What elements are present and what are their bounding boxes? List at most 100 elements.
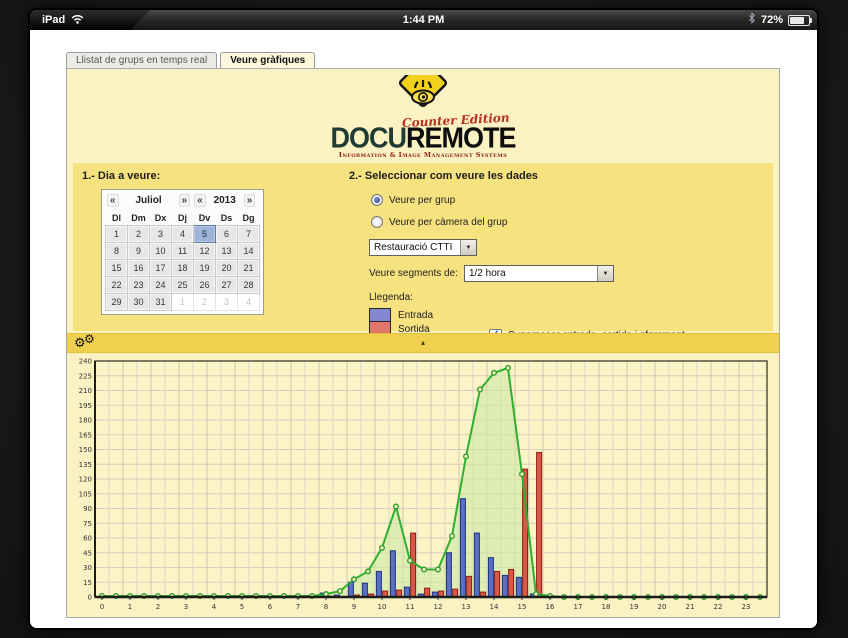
calendar-day[interactable]: 2 <box>194 294 216 311</box>
chart-panel: 0153045607590105120135150165180195210225… <box>67 355 779 617</box>
calendar-prev-year[interactable]: « <box>194 194 206 207</box>
weekday-header: Dj <box>172 210 194 226</box>
radio-button-checked-icon[interactable] <box>371 194 383 206</box>
radio-group-label: Veure per grup <box>389 195 455 206</box>
calendar-day[interactable]: 1 <box>172 294 194 311</box>
section-view: 2.- Seleccionar com veure les dades Veur… <box>349 170 779 350</box>
svg-text:150: 150 <box>79 446 92 454</box>
svg-text:195: 195 <box>79 402 92 410</box>
calendar-day[interactable]: 24 <box>150 277 172 294</box>
calendar-day[interactable]: 7 <box>238 226 260 243</box>
calendar-day[interactable]: 8 <box>106 243 128 260</box>
calendar-day[interactable]: 11 <box>172 243 194 260</box>
segments-select[interactable]: 1/2 hora ▼ <box>464 265 614 282</box>
calendar-day[interactable]: 13 <box>216 243 238 260</box>
tab-bar: Llistat de grups en temps real Veure grà… <box>66 51 315 69</box>
radio-camera-label: Veure per càmera del grup <box>389 217 507 228</box>
group-select[interactable]: Restauració CTTI ▼ <box>369 239 477 256</box>
svg-text:240: 240 <box>79 358 92 366</box>
logo-name: DOCUREMOTE <box>328 124 518 151</box>
svg-text:90: 90 <box>83 505 92 513</box>
calendar-day[interactable]: 16 <box>128 260 150 277</box>
calendar-day[interactable]: 4 <box>172 226 194 243</box>
calendar-day[interactable]: 18 <box>172 260 194 277</box>
calendar-day[interactable]: 3 <box>216 294 238 311</box>
calendar-day[interactable]: 17 <box>150 260 172 277</box>
weekday-header: Ds <box>216 210 238 226</box>
calendar-day[interactable]: 28 <box>238 277 260 294</box>
svg-text:210: 210 <box>79 387 92 395</box>
svg-text:0: 0 <box>88 594 92 602</box>
calendar-day[interactable]: 31 <box>150 294 172 311</box>
svg-text:20: 20 <box>658 603 667 611</box>
calendar-day[interactable]: 22 <box>106 277 128 294</box>
svg-text:17: 17 <box>574 603 583 611</box>
svg-text:45: 45 <box>83 549 92 557</box>
calendar-day[interactable]: 27 <box>216 277 238 294</box>
svg-text:225: 225 <box>79 372 92 380</box>
ipad-screen: iPad 1:44 PM 72% Llist <box>30 10 817 628</box>
calendar-day[interactable]: 26 <box>194 277 216 294</box>
svg-text:3: 3 <box>184 603 188 611</box>
radio-veure-per-camera[interactable]: Veure per càmera del grup <box>371 216 779 228</box>
calendar-day[interactable]: 3 <box>150 226 172 243</box>
logo-subtitle: Information & Image Management Systems <box>328 151 518 159</box>
calendar: « Juliol » « 2013 » DlDmDxDjDvDsDg123456… <box>101 189 264 315</box>
collapse-panel-icon[interactable]: ▴ <box>421 337 425 349</box>
svg-text:75: 75 <box>83 520 92 528</box>
svg-text:180: 180 <box>79 417 92 425</box>
svg-text:2: 2 <box>156 603 160 611</box>
gear-icon[interactable]: ⚙ <box>84 332 95 346</box>
calendar-day[interactable]: 6 <box>216 226 238 243</box>
battery-percent: 72% <box>761 14 783 26</box>
calendar-year-label: 2013 <box>210 195 240 206</box>
svg-text:16: 16 <box>546 603 555 611</box>
radio-veure-per-grup[interactable]: Veure per grup <box>371 194 779 206</box>
calendar-month-label: Juliol <box>123 195 175 206</box>
calendar-day[interactable]: 2 <box>128 226 150 243</box>
status-bar: iPad 1:44 PM 72% <box>30 10 817 31</box>
weekday-header: Dv <box>194 210 216 226</box>
calendar-next-month[interactable]: » <box>179 194 191 207</box>
calendar-next-year[interactable]: » <box>244 194 256 207</box>
calendar-day[interactable]: 20 <box>216 260 238 277</box>
calendar-day[interactable]: 9 <box>128 243 150 260</box>
segments-label: Veure segments de: <box>369 268 458 279</box>
main-content: Counter Edition DOCUREMOTE Information &… <box>66 68 780 618</box>
calendar-day[interactable]: 14 <box>238 243 260 260</box>
tab-llistat-grups[interactable]: Llistat de grups en temps real <box>66 52 217 69</box>
calendar-day[interactable]: 10 <box>150 243 172 260</box>
calendar-prev-month[interactable]: « <box>107 194 119 207</box>
calendar-day[interactable]: 29 <box>106 294 128 311</box>
calendar-day[interactable]: 15 <box>106 260 128 277</box>
calendar-day[interactable]: 1 <box>106 226 128 243</box>
logo: Counter Edition DOCUREMOTE Information &… <box>67 75 779 163</box>
radio-button-icon[interactable] <box>371 216 383 228</box>
calendar-day[interactable]: 19 <box>194 260 216 277</box>
svg-text:165: 165 <box>79 431 92 439</box>
svg-text:14: 14 <box>490 603 499 611</box>
calendar-day[interactable]: 23 <box>128 277 150 294</box>
calendar-day[interactable]: 30 <box>128 294 150 311</box>
calendar-day[interactable]: 5 <box>194 226 216 243</box>
calendar-day[interactable]: 12 <box>194 243 216 260</box>
legend-item: Entrada <box>369 309 779 323</box>
segments-select-value: 1/2 hora <box>465 268 597 279</box>
svg-text:22: 22 <box>714 603 723 611</box>
calendar-day[interactable]: 21 <box>238 260 260 277</box>
calendar-grid: DlDmDxDjDvDsDg12345678910111213141516171… <box>105 210 260 311</box>
svg-text:8: 8 <box>324 603 328 611</box>
x-axis-labels: 01234567891011121314151617181920212223 <box>100 597 751 611</box>
svg-text:105: 105 <box>79 490 92 498</box>
calendar-day[interactable]: 25 <box>172 277 194 294</box>
weekday-header: Dl <box>106 210 128 226</box>
weekday-header: Dm <box>128 210 150 226</box>
bluetooth-icon <box>748 11 756 29</box>
chevron-down-icon[interactable]: ▼ <box>597 266 613 281</box>
svg-text:135: 135 <box>79 461 92 469</box>
chevron-down-icon[interactable]: ▼ <box>460 240 476 255</box>
group-select-value: Restauració CTTI <box>370 242 460 253</box>
controls-band: 1.- Dia a veure: « Juliol » « 2013 » DlD… <box>73 163 773 331</box>
svg-text:120: 120 <box>79 476 92 484</box>
calendar-day[interactable]: 4 <box>238 294 260 311</box>
